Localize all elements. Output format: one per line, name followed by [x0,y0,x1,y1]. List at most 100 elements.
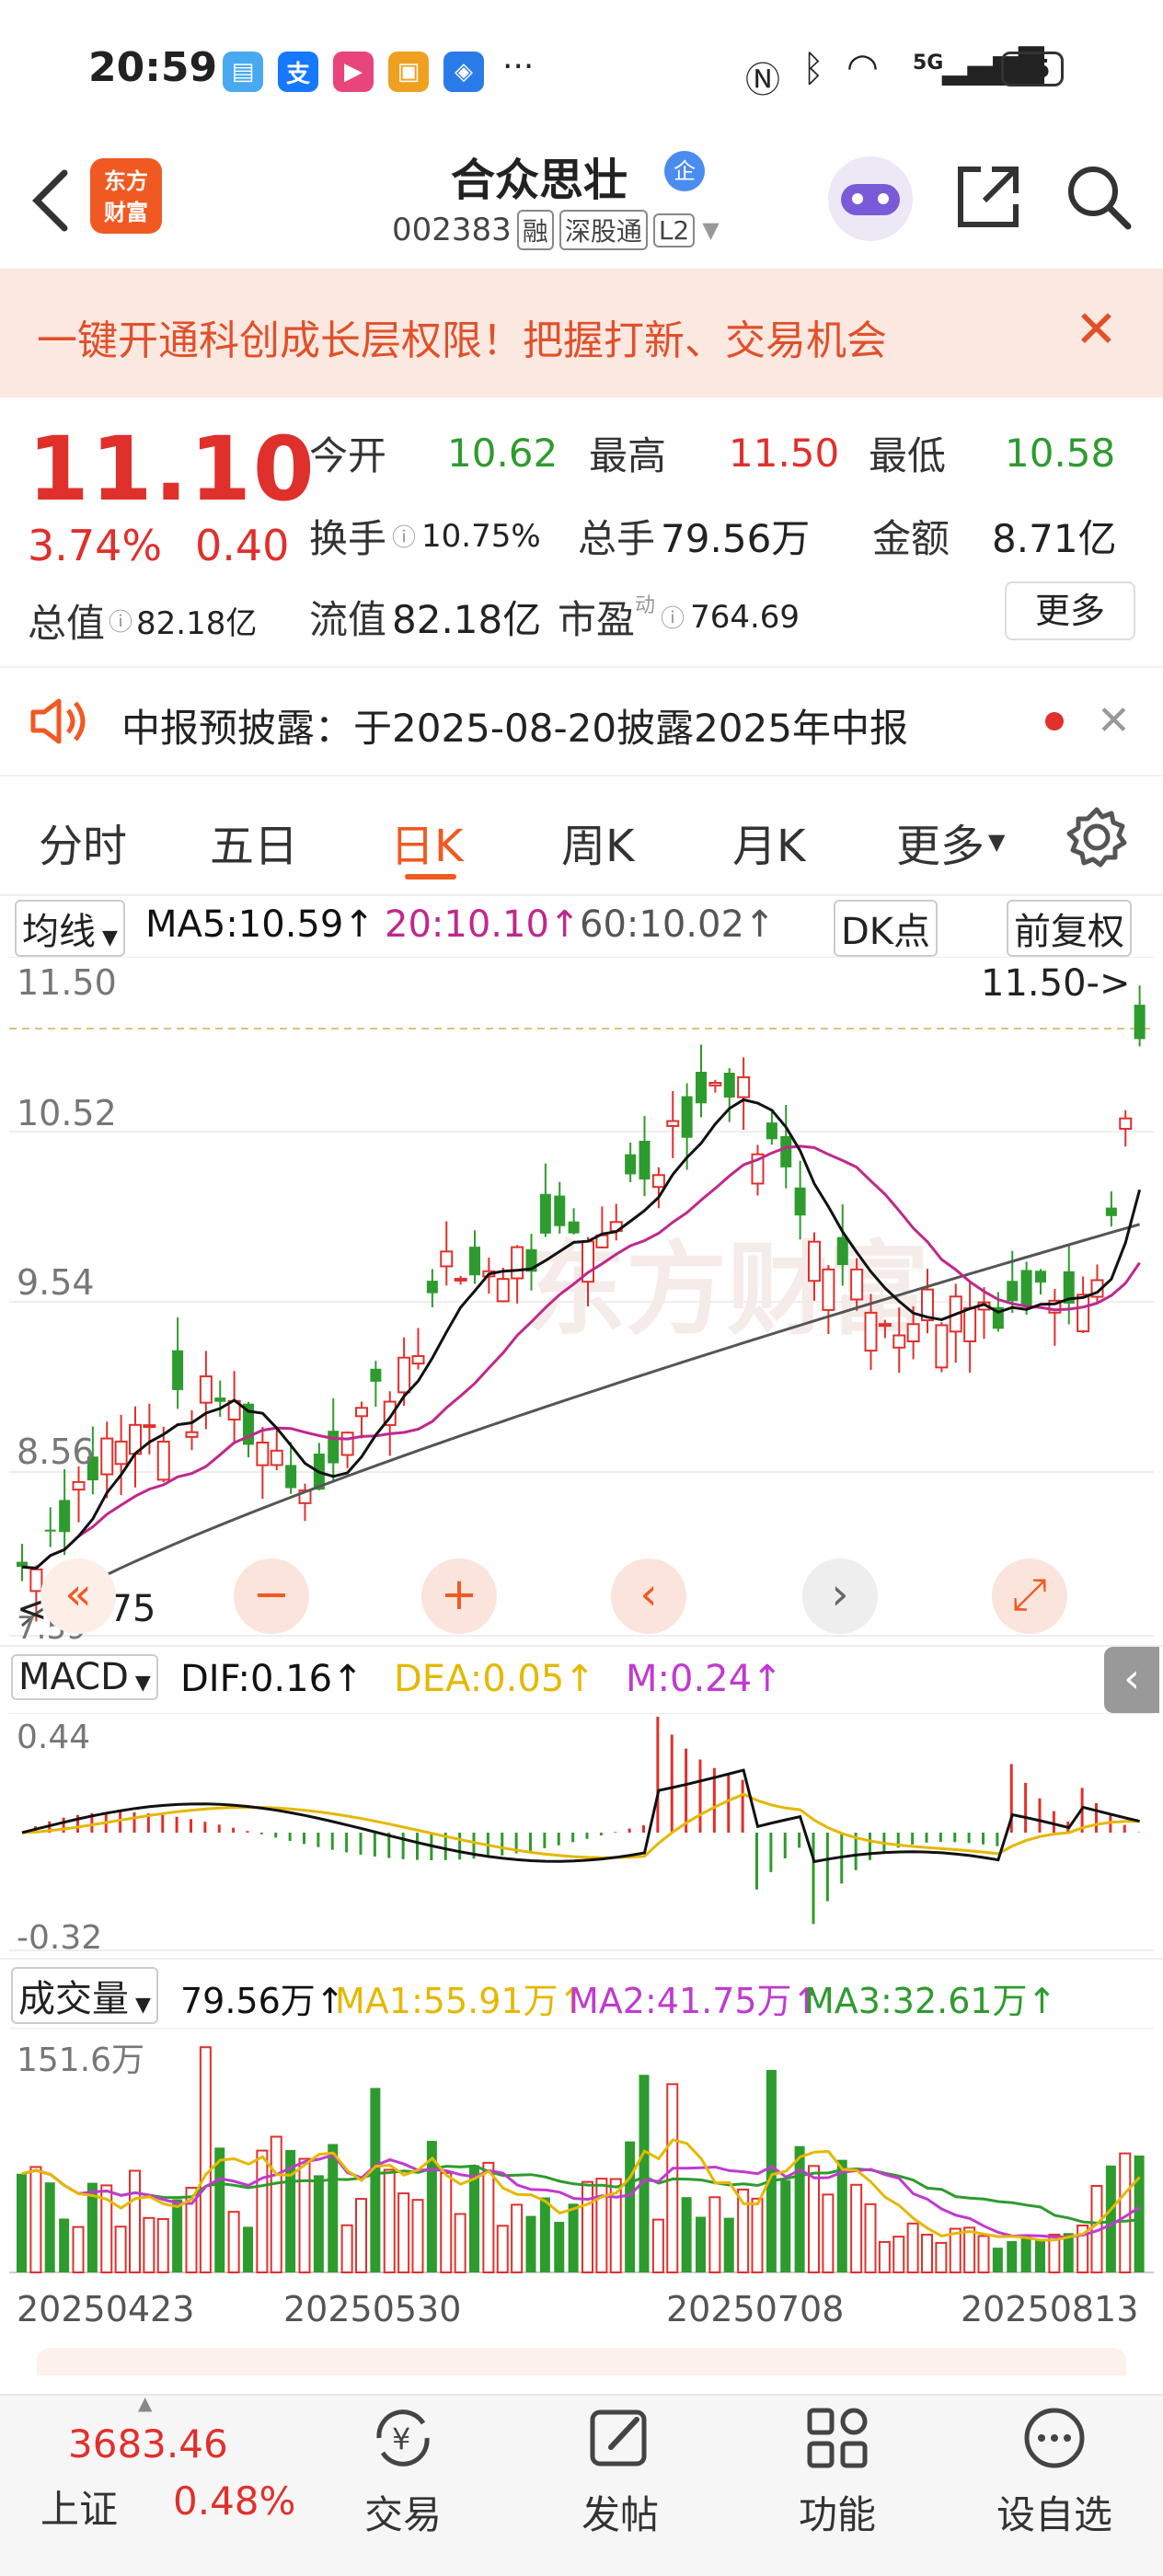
tab-more[interactable]: 更多 ▼ [896,810,1005,874]
volume-y-top: 151.6万 [17,2041,145,2079]
volume-bar [822,2193,835,2273]
dk-point-button[interactable]: DK点 [834,900,938,957]
stock-name[interactable]: 合众思壮 [451,144,628,208]
zoom-out-button[interactable]: − [234,1558,309,1634]
share-icon[interactable] [953,162,1023,232]
macd-dea: DEA:0.05↑ [394,1658,595,1700]
volume-bar [370,2087,381,2272]
divider [0,1645,1163,1647]
x-date-2: 20250530 [283,2289,462,2329]
pe-value: 764.69 [690,598,800,636]
candle [963,1306,977,1342]
info-icon[interactable]: ⓘ [661,600,685,634]
volume-bar [582,2180,593,2273]
promo-banner-text[interactable]: 一键开通科创成长层权限！把握打新、交易机会 [37,307,887,366]
volume-bar [397,2192,410,2273]
candle [625,1154,637,1175]
set-watchlist-button[interactable]: 设自选 [981,2403,1128,2540]
volume-bar [29,2166,42,2273]
volume-bar [72,2225,85,2274]
functions-label: 功能 [798,2492,876,2537]
candle [1077,1294,1090,1333]
x-date-1: 20250423 [17,2289,195,2329]
volume-selector[interactable]: 成交量 ▼ [11,1967,158,2024]
more-button[interactable]: 更多 [1005,581,1135,640]
volume-bar [963,2226,976,2273]
volume-bar [1035,2239,1045,2272]
scroll-right-button[interactable]: › [802,1558,878,1634]
volume-bar [780,2179,791,2272]
info-icon[interactable]: ⓘ [109,604,132,638]
volume-chart[interactable] [9,2028,1154,2274]
volume-bar [411,2199,424,2273]
macd-selector[interactable]: MACD ▼ [11,1654,158,1700]
candle [808,1240,821,1282]
bluetooth-icon: ᛒ [802,48,824,90]
post-button[interactable]: 发帖 [547,2403,694,2540]
candle [172,1350,184,1390]
zoom-in-button[interactable]: + [421,1558,497,1634]
caret-down-icon: ▼ [128,1672,151,1695]
kline-chart[interactable]: 东方财富 [9,957,1154,1638]
mini-app-icon: ▣ [388,52,429,92]
candle [696,1071,707,1104]
volume-bar [1105,2165,1116,2272]
candle [723,1072,735,1098]
caret-up-icon[interactable]: ▲ [138,2392,152,2414]
float-value: 82.18亿 [392,597,542,642]
candle [737,1075,751,1098]
scroll-left-button[interactable]: ‹ [611,1558,686,1634]
candle [850,1268,864,1301]
index-change[interactable]: 0.48% [173,2478,295,2524]
collapse-panel-button[interactable]: ‹ [1104,1647,1159,1713]
volume-bar [340,2224,353,2273]
candle [411,1355,425,1365]
open-label: 今开 [309,433,387,478]
logo-line2: 财富 [104,200,148,225]
back-icon[interactable] [24,164,79,237]
tab-weekly-k[interactable]: 周K [561,810,634,874]
tab-monthly-k[interactable]: 月K [732,810,805,874]
edit-icon [590,2409,647,2467]
close-icon[interactable]: ✕ [1075,300,1118,360]
candle [1134,1005,1146,1040]
ma-selector[interactable]: 均线 ▼ [15,900,125,957]
scroll-left-fast-button[interactable]: « [40,1558,116,1634]
y-label-max: 11.50 [17,962,117,1003]
volume-bar [114,2225,127,2273]
search-icon[interactable] [1064,162,1134,232]
svg-text:¥: ¥ [392,2421,410,2456]
volume-bar [539,2197,550,2272]
fullscreen-icon[interactable]: ⤢ [992,1558,1067,1634]
tab-intraday[interactable]: 分时 [39,810,127,874]
tab-five-day[interactable]: 五日 [210,810,298,874]
turnover-value: 10.75% [421,517,541,555]
volume-bar [129,2169,141,2273]
ai-assistant-avatar[interactable] [828,156,913,241]
ma-selector-box[interactable]: 均线 ▼ [15,900,125,957]
macd-chart[interactable] [9,1713,1154,1952]
functions-button[interactable]: 功能 [764,2403,911,2540]
tab-daily-k[interactable]: 日K [390,810,463,874]
y-label-3: 9.54 [17,1262,95,1303]
adjust-button[interactable]: 前复权 [1007,900,1132,957]
gear-icon[interactable] [1064,804,1130,870]
ma60-value: 60:10.02↑ [580,903,776,946]
index-value[interactable]: 3683.46 [68,2421,228,2467]
stock-code-row[interactable]: 002383 融 深股通 L2 ▼ [392,210,720,250]
volume-bar [355,2198,367,2273]
trade-button[interactable]: ¥ 交易 [329,2403,477,2540]
close-icon[interactable]: ✕ [1097,697,1131,744]
info-icon[interactable]: ⓘ [392,519,416,553]
candle [44,1529,56,1532]
caret-down-icon: ▼ [129,1994,151,2017]
ai-app-icon: ◈ [443,52,484,92]
candle [708,1081,722,1087]
nfc-icon: Ⓝ [745,60,781,100]
notice-text[interactable]: 中报预披露：于2025-08-20披露2025年中报 [121,697,908,753]
candle [1007,1281,1019,1302]
index-name[interactable]: 上证 [40,2478,118,2535]
pe-dynamic-label: 动 [635,594,656,617]
volume-bar [595,2178,608,2274]
candle [156,1440,170,1481]
